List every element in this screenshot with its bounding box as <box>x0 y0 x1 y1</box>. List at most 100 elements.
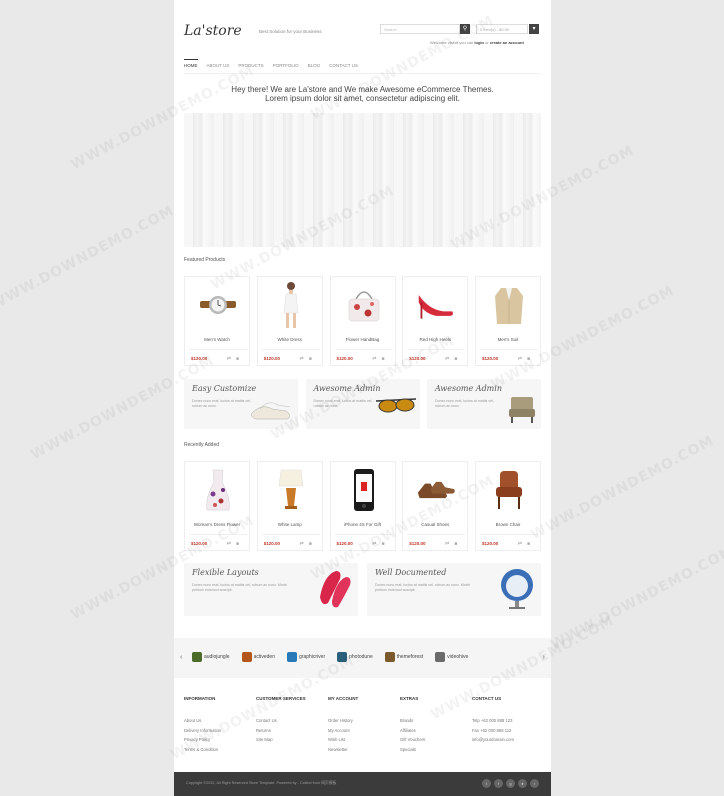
promo-well-documented[interactable]: Well Documented Donec nunc erat, luctus … <box>367 563 541 616</box>
cart-add-icon[interactable]: ■ <box>527 356 535 362</box>
search-button[interactable]: ⚲ <box>460 24 470 34</box>
product-card[interactable]: White Lamp $120.00 ⇄■ <box>256 461 323 551</box>
footer-link[interactable]: Terms & Condition <box>184 745 256 755</box>
nav-about[interactable]: ABOUT US <box>207 63 230 68</box>
cart-add-icon[interactable]: ■ <box>309 356 317 362</box>
footer-link[interactable]: Affiliates <box>400 726 472 736</box>
product-name[interactable]: White Lamp <box>258 522 322 527</box>
hero-banner[interactable] <box>184 113 541 247</box>
compare-icon[interactable]: ⇄ <box>227 356 236 362</box>
brand-activeden[interactable]: activeden <box>241 652 275 662</box>
product-image-suit[interactable] <box>489 285 529 325</box>
dribbble-icon[interactable]: ● <box>518 779 527 788</box>
cart-add-icon[interactable]: ■ <box>236 541 244 547</box>
product-card[interactable]: Men's Suit $120.00 ⇄■ <box>475 276 541 366</box>
promo-awesome-admin[interactable]: Awesome Admin Donec nunc erat, luctus at… <box>305 379 420 429</box>
nav-home[interactable]: HOME <box>184 59 198 68</box>
product-card[interactable]: White Dress $120.00 ⇄■ <box>256 276 323 366</box>
compare-icon[interactable]: ⇄ <box>518 541 527 547</box>
promo-easy-customize[interactable]: Easy Customize Donec nunc erat, luctus a… <box>184 379 298 429</box>
google-icon[interactable]: g <box>506 779 515 788</box>
cart-add-icon[interactable]: ■ <box>381 541 389 547</box>
compare-icon[interactable]: ⇄ <box>445 541 454 547</box>
product-name[interactable]: Woman's Dress Flower <box>185 522 249 527</box>
product-image-handbag[interactable] <box>344 285 384 325</box>
product-name[interactable]: Casual Shoes <box>403 522 467 527</box>
product-image-chair[interactable] <box>489 470 529 510</box>
product-card[interactable]: Red High Heels $120.00 ⇄■ <box>402 276 469 366</box>
cart-add-icon[interactable]: ■ <box>236 356 244 362</box>
facebook-icon[interactable]: f <box>494 779 503 788</box>
footer-link[interactable]: Privacy Policy <box>184 735 256 745</box>
product-image-iphone[interactable] <box>344 469 384 511</box>
product-image-lamp[interactable] <box>271 469 311 510</box>
footer-link[interactable]: Returns <box>256 726 328 736</box>
product-name[interactable]: Men's Watch <box>185 337 249 342</box>
nav-portfolio[interactable]: PORTFOLIO <box>273 63 299 68</box>
brand-videohive[interactable]: videohive <box>435 652 468 662</box>
login-link[interactable]: login <box>474 40 484 45</box>
product-image-heels[interactable] <box>416 285 456 325</box>
product-image-casual-shoes[interactable] <box>416 470 456 510</box>
product-name[interactable]: Men's Suit <box>476 337 540 342</box>
product-card[interactable]: Brown Chair $120.00 ⇄■ <box>475 461 541 551</box>
cart-add-icon[interactable]: ■ <box>454 541 462 547</box>
footer-link[interactable]: Wish List <box>328 735 400 745</box>
audiojungle-icon <box>192 652 202 662</box>
footer-link[interactable]: Delivery Information <box>184 726 256 736</box>
promo-flexible-layouts[interactable]: Flexible Layouts Donec nunc erat, luctus… <box>184 563 358 616</box>
compare-icon[interactable]: ⇄ <box>300 356 309 362</box>
nav-blog[interactable]: BLOG <box>308 63 321 68</box>
footer-link[interactable]: Specials <box>400 745 472 755</box>
product-card[interactable]: iPhone 4S For Gift $120.00 ⇄■ <box>329 461 396 551</box>
product-image-flower-dress[interactable] <box>198 469 238 511</box>
footer-link[interactable]: Newsletter <box>328 745 400 755</box>
footer-link[interactable]: Contact Us <box>256 716 328 726</box>
create-account-link[interactable]: create an account <box>490 40 524 45</box>
cart-button[interactable]: ▾ <box>529 24 539 34</box>
footer-link[interactable]: Brands <box>400 716 472 726</box>
product-name[interactable]: White Dress <box>258 337 322 342</box>
cart-add-icon[interactable]: ■ <box>454 356 462 362</box>
product-card[interactable]: Casual Shoes $120.00 ⇄■ <box>402 461 469 551</box>
product-name[interactable]: Brown Chair <box>476 522 540 527</box>
compare-icon[interactable]: ⇄ <box>300 541 309 547</box>
nav-products[interactable]: PRODUCTS <box>238 63 263 68</box>
rss-icon[interactable]: r <box>530 779 539 788</box>
brand-photodune[interactable]: photodune <box>337 652 373 662</box>
footer-link[interactable]: Site Map <box>256 735 328 745</box>
footer-heading: INFORMATION <box>184 696 216 701</box>
product-name[interactable]: iPhone 4S For Gift <box>331 522 395 527</box>
footer-contact-email[interactable]: info@yourdomain.com <box>472 735 541 745</box>
product-image-watch[interactable] <box>198 285 238 325</box>
product-image-dress[interactable] <box>271 282 311 328</box>
footer-link[interactable]: Order History <box>328 716 400 726</box>
cart-add-icon[interactable]: ■ <box>527 541 535 547</box>
compare-icon[interactable]: ⇄ <box>227 541 236 547</box>
nav-contact[interactable]: CONTACT US <box>329 63 358 68</box>
search-input[interactable]: Search <box>380 24 460 34</box>
footer-link[interactable]: My Account <box>328 726 400 736</box>
twitter-icon[interactable]: t <box>482 779 491 788</box>
product-name[interactable]: Flower HandBag <box>331 337 395 342</box>
compare-icon[interactable]: ⇄ <box>518 356 527 362</box>
copyright: Copyright ©2012, All Right Reserved Stor… <box>186 781 337 785</box>
chevron-left-icon[interactable]: ‹ <box>180 654 182 661</box>
brand-audiojungle[interactable]: audiojungle <box>192 652 230 662</box>
brand-themeforest[interactable]: themeforest <box>384 652 423 662</box>
brand-graphicriver[interactable]: graphicriver <box>287 652 325 662</box>
cart-dropdown[interactable]: 0 item(s) - $0.00 <box>476 24 528 34</box>
promo-awesome-admin-2[interactable]: Awesome Admin Donec nunc erat, luctus at… <box>427 379 541 429</box>
cart-add-icon[interactable]: ■ <box>309 541 317 547</box>
product-card[interactable]: Men's Watch $120.00 ⇄■ <box>184 276 250 366</box>
chevron-right-icon[interactable]: › <box>543 654 545 661</box>
footer-contact-phone: Telp +62 000 888 123 <box>472 718 513 723</box>
footer-link[interactable]: Gift Vouchers <box>400 735 472 745</box>
product-card[interactable]: Woman's Dress Flower $120.00 ⇄■ <box>184 461 250 551</box>
compare-icon[interactable]: ⇄ <box>445 356 454 362</box>
logo[interactable]: La'store <box>184 23 242 39</box>
cart-add-icon[interactable]: ■ <box>381 356 389 362</box>
footer-link[interactable]: About Us <box>184 716 256 726</box>
product-name[interactable]: Red High Heels <box>403 337 467 342</box>
product-card[interactable]: Flower HandBag $120.00 ⇄■ <box>329 276 396 366</box>
